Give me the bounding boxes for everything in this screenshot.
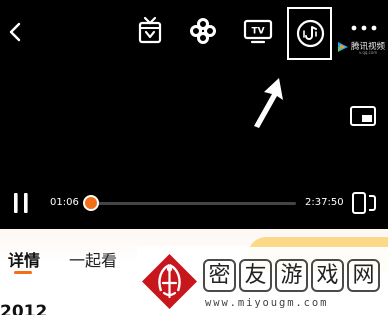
progress-track[interactable] xyxy=(90,202,296,205)
pause-icon[interactable] xyxy=(10,190,32,216)
watermark-char: 密 xyxy=(203,259,236,292)
watermark-char: 网 xyxy=(347,259,380,292)
china-unicom-icon[interactable] xyxy=(186,16,220,46)
tencent-video-logo-icon xyxy=(338,42,348,52)
progress-knob[interactable] xyxy=(83,195,100,211)
total-time: 2:37:50 xyxy=(305,197,344,208)
current-time: 01:06 xyxy=(50,197,79,208)
watermark-url: www.miyougm.com xyxy=(205,297,329,309)
site-watermark: 密 友 游 戏 网 www.miyougm.com xyxy=(137,247,388,315)
more-dots-icon[interactable] xyxy=(349,22,379,34)
watermark-char: 游 xyxy=(275,259,308,292)
release-year: 2012 xyxy=(0,302,48,315)
portrait-mode-icon[interactable] xyxy=(349,190,379,216)
gift-icon[interactable] xyxy=(134,14,166,46)
picture-in-picture-icon[interactable] xyxy=(348,104,378,128)
svg-text:TV: TV xyxy=(251,27,264,37)
tv-cast-icon[interactable]: TV xyxy=(242,16,274,46)
dolby-audio-icon xyxy=(296,19,325,48)
dolby-audio-button[interactable] xyxy=(287,7,332,60)
watermark-char: 友 xyxy=(239,259,272,292)
tencent-video-watermark: 腾讯视频 v.qq.com xyxy=(337,40,387,56)
pointer-arrow-icon xyxy=(254,78,283,128)
watermark-char: 戏 xyxy=(311,259,344,292)
back-arrow-icon[interactable] xyxy=(4,18,28,46)
video-player[interactable]: TV 腾讯视频 v.qq.com 01:06 2:37:50 xyxy=(0,0,388,229)
watermark-characters: 密 友 游 戏 网 xyxy=(203,259,380,292)
tab-details[interactable]: 详情 xyxy=(8,247,40,271)
watermark-sub: v.qq.com xyxy=(359,50,378,55)
tab-watch-together[interactable]: 一起看 xyxy=(69,247,117,271)
active-tab-indicator xyxy=(14,271,32,274)
miyou-logo-icon xyxy=(142,254,197,309)
